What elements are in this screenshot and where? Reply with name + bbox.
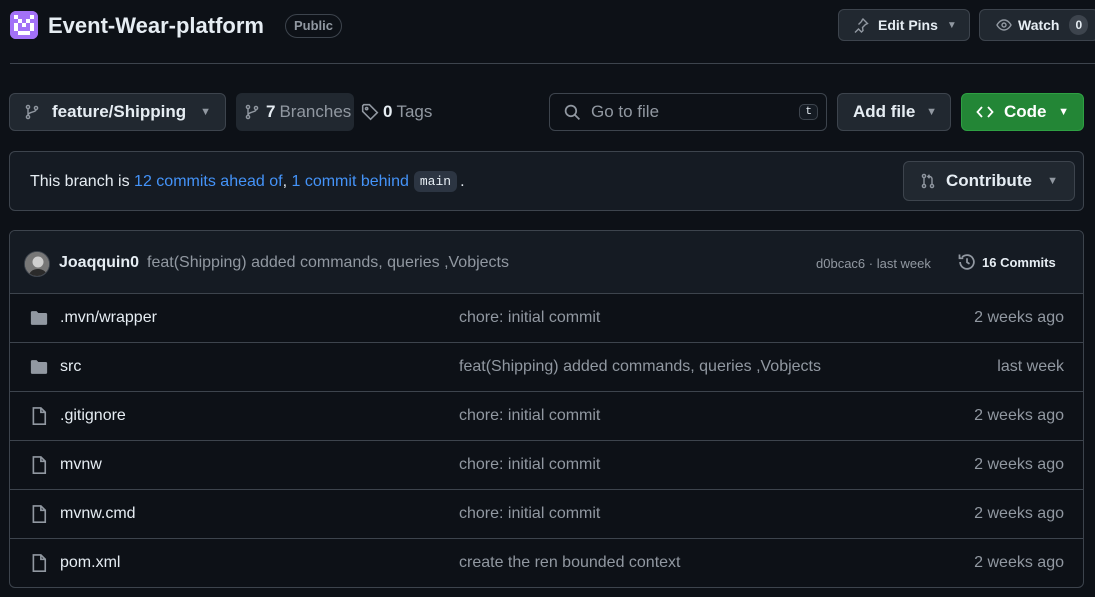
file-name-link[interactable]: .mvn/wrapper [60, 309, 157, 327]
folder-icon [29, 357, 49, 377]
git-branch-icon [245, 104, 259, 120]
branch-status-text: This branch is 12 commits ahead of , 1 c… [30, 171, 465, 192]
user-avatar-icon [25, 252, 49, 276]
git-pull-request-icon [921, 173, 935, 189]
file-commit-date: 2 weeks ago [974, 456, 1064, 473]
file-row[interactable]: mvnw chore: initial commit 2 weeks ago [10, 441, 1083, 490]
tags-label: Tags [396, 102, 433, 121]
banner-separator: , [282, 172, 288, 190]
tags-link[interactable]: 0 Tags [361, 93, 432, 131]
branch-status-banner: This branch is 12 commits ahead of , 1 c… [9, 151, 1084, 211]
file-name-link[interactable]: src [60, 358, 81, 376]
search-icon [564, 104, 581, 120]
file-commit-message[interactable]: chore: initial commit [459, 505, 600, 523]
file-commit-message[interactable]: chore: initial commit [459, 309, 600, 327]
chevron-down-icon: ▼ [1058, 106, 1069, 118]
commits-history-link[interactable]: 16 Commits [957, 252, 1056, 272]
history-icon [958, 254, 975, 270]
code-button[interactable]: Code ▼ [961, 93, 1084, 131]
file-icon [29, 406, 49, 426]
banner-prefix: This branch is [30, 172, 130, 190]
add-file-label: Add file [853, 102, 916, 121]
file-row[interactable]: .mvn/wrapper chore: initial commit 2 weeks… [10, 294, 1083, 343]
file-name-link[interactable]: pom.xml [60, 554, 120, 572]
git-branch-icon [25, 104, 39, 120]
folder-icon [29, 308, 49, 328]
eye-icon [996, 19, 1012, 31]
file-icon [29, 504, 49, 524]
branch-selector[interactable]: feature/Shipping ▼ [9, 93, 226, 131]
repo-name[interactable]: Event-Wear-platform [48, 12, 264, 40]
file-commit-message[interactable]: feat(Shipping) added commands, queries ,… [459, 358, 821, 376]
file-name-link[interactable]: mvnw [60, 456, 102, 474]
shortcut-hint: t [799, 104, 818, 120]
visibility-badge: Public [285, 14, 343, 38]
latest-commit-bar: Joaqquin0 feat(Shipping) added commands,… [10, 231, 1083, 294]
file-commit-message[interactable]: chore: initial commit [459, 456, 600, 474]
file-commit-date: 2 weeks ago [974, 554, 1064, 571]
file-commit-message[interactable]: create the ren bounded context [459, 554, 681, 572]
file-name-link[interactable]: .gitignore [60, 407, 126, 425]
file-row[interactable]: .gitignore chore: initial commit 2 weeks a… [10, 392, 1083, 441]
add-file-button[interactable]: Add file ▼ [837, 93, 951, 131]
file-commit-message[interactable]: chore: initial commit [459, 407, 600, 425]
chevron-down-icon: ▼ [200, 106, 211, 118]
file-icon [29, 553, 49, 573]
file-commit-date: 2 weeks ago [974, 309, 1064, 326]
branches-link[interactable]: 7 Branches [236, 93, 354, 131]
commits-count-label: 16 Commits [982, 254, 1056, 270]
identicon-icon [10, 11, 38, 39]
file-commit-date: last week [997, 358, 1064, 375]
pin-icon [854, 18, 869, 33]
chevron-down-icon: ▼ [946, 19, 957, 31]
file-icon [29, 455, 49, 475]
contribute-label: Contribute [946, 171, 1032, 190]
chevron-down-icon: ▼ [1047, 175, 1058, 187]
header-divider [10, 63, 1095, 64]
commit-author[interactable]: Joaqquin0 [59, 254, 139, 272]
code-label: Code [1004, 102, 1047, 121]
edit-pins-button[interactable]: Edit Pins ▼ [838, 9, 970, 41]
base-branch-pill[interactable]: main [413, 171, 458, 192]
go-to-file-input[interactable] [591, 102, 781, 122]
commits-ahead-link[interactable]: 12 commits ahead of [134, 173, 283, 191]
file-row[interactable]: src feat(Shipping) added commands, querie… [10, 343, 1083, 392]
branch-name: feature/Shipping [52, 102, 187, 121]
commits-behind-link[interactable]: 1 commit behind [291, 173, 408, 191]
watch-button[interactable]: Watch 0 [979, 9, 1095, 41]
file-commit-date: 2 weeks ago [974, 505, 1064, 522]
commit-message[interactable]: feat(Shipping) added commands, queries ,… [147, 254, 509, 272]
file-row[interactable]: pom.xml create the ren bounded context 2 w… [10, 539, 1083, 587]
file-commit-date: 2 weeks ago [974, 407, 1064, 424]
code-icon [976, 106, 994, 118]
banner-suffix: . [460, 172, 465, 190]
tags-count: 0 [383, 102, 393, 121]
go-to-file[interactable]: t [549, 93, 827, 131]
branches-label: Branches [279, 102, 352, 121]
watch-label: Watch [1018, 17, 1060, 33]
edit-pins-label: Edit Pins [878, 17, 938, 33]
file-row[interactable]: mvnw.cmd chore: initial commit 2 weeks ago [10, 490, 1083, 539]
repo-avatar [10, 11, 38, 39]
watch-count: 0 [1069, 15, 1089, 35]
file-name-link[interactable]: mvnw.cmd [60, 505, 136, 523]
contribute-button[interactable]: Contribute ▼ [903, 161, 1075, 201]
branches-count: 7 [266, 102, 276, 121]
tag-icon [361, 103, 379, 121]
commit-meta[interactable]: d0bcac6 · last week [816, 256, 931, 271]
file-browser: Joaqquin0 feat(Shipping) added commands,… [9, 230, 1084, 588]
author-avatar[interactable] [24, 251, 50, 277]
chevron-down-icon: ▼ [926, 106, 937, 118]
